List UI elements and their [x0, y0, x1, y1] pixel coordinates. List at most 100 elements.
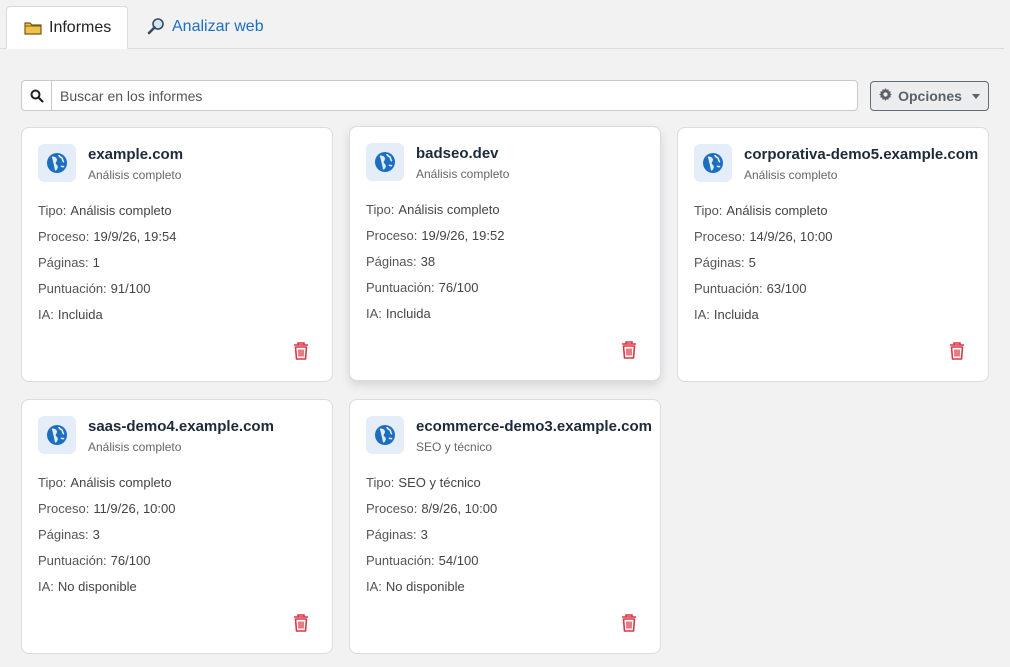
card-title: saas-demo4.example.com: [88, 418, 274, 435]
folder-icon: [23, 18, 43, 38]
trash-icon[interactable]: [620, 340, 638, 360]
meta-label: Páginas:: [694, 255, 745, 270]
meta-row-paginas: Páginas: 1: [38, 254, 176, 280]
options-button[interactable]: Opciones: [870, 81, 989, 111]
globe-icon: [366, 143, 404, 181]
meta-value: SEO y técnico: [398, 475, 481, 490]
meta-value: 91/100: [110, 281, 151, 296]
meta-row-paginas: Páginas: 5: [694, 254, 832, 280]
chevron-down-icon: [971, 93, 980, 99]
meta-label: Páginas:: [366, 254, 417, 269]
meta-label: Puntuación:: [38, 281, 107, 296]
meta-label: IA:: [694, 307, 710, 322]
meta-value: 19/9/26, 19:54: [93, 229, 177, 244]
meta-label: IA:: [38, 579, 54, 594]
tab-informes[interactable]: Informes: [6, 6, 128, 49]
report-card[interactable]: badseo.dev Análisis completo Tipo: Análisis…: [349, 126, 661, 381]
meta-row-paginas: Páginas: 38: [366, 253, 504, 279]
meta-value: 1: [92, 255, 100, 270]
card-subtitle: SEO y técnico: [416, 440, 493, 454]
meta-label: Proceso:: [38, 229, 90, 244]
meta-row-proceso: Proceso: 19/9/26, 19:54: [38, 228, 176, 254]
meta-row-tipo: Tipo: Análisis completo: [694, 202, 832, 228]
meta-row-tipo: Tipo: Análisis completo: [38, 474, 175, 500]
card-subtitle: Análisis completo: [88, 168, 182, 182]
meta-row-tipo: Tipo: SEO y técnico: [366, 474, 497, 500]
meta-value: 38: [420, 254, 436, 269]
meta-label: Proceso:: [694, 229, 746, 244]
meta-row-proceso: Proceso: 8/9/26, 10:00: [366, 500, 497, 526]
trash-icon[interactable]: [620, 613, 638, 633]
meta-value: 76/100: [110, 553, 151, 568]
meta-label: Tipo:: [38, 475, 67, 490]
meta-value: No disponible: [385, 579, 465, 594]
globe-icon: [38, 416, 76, 454]
card-subtitle: Análisis completo: [416, 167, 510, 181]
meta-label: Tipo:: [38, 203, 67, 218]
meta-row-tipo: Tipo: Análisis completo: [38, 202, 176, 228]
card-header: example.com Análisis completo: [38, 144, 183, 182]
meta-row-ia: IA: No disponible: [38, 578, 175, 604]
report-card[interactable]: saas-demo4.example.com Análisis completo T…: [21, 399, 333, 654]
tab-label: Analizar web: [172, 17, 264, 35]
card-header: badseo.dev Análisis completo: [366, 143, 509, 181]
globe-icon: [366, 416, 404, 454]
meta-label: Puntuación:: [694, 281, 763, 296]
card-meta: Tipo: Análisis completo Proceso: 11/9/26, 1…: [38, 474, 175, 604]
trash-icon[interactable]: [292, 341, 310, 361]
meta-row-paginas: Páginas: 3: [366, 526, 497, 552]
report-card[interactable]: corporativa-demo5.example.com Análisis co…: [677, 127, 989, 382]
trash-icon[interactable]: [292, 613, 310, 633]
meta-label: Puntuación:: [38, 553, 107, 568]
meta-label: Tipo:: [694, 203, 723, 218]
card-title: ecommerce-demo3.example.com: [416, 418, 652, 435]
meta-value: 54/100: [438, 553, 479, 568]
meta-label: Tipo:: [366, 202, 395, 217]
meta-value: 19/9/26, 19:52: [421, 228, 505, 243]
meta-value: 63/100: [766, 281, 807, 296]
card-subtitle: Análisis completo: [744, 168, 838, 182]
meta-value: No disponible: [57, 579, 137, 594]
card-header: corporativa-demo5.example.com Análisis co…: [694, 144, 978, 182]
meta-value: Análisis completo: [70, 203, 172, 218]
card-header: ecommerce-demo3.example.com SEO y técnico: [366, 416, 652, 454]
card-title: badseo.dev: [416, 145, 499, 162]
card-title: corporativa-demo5.example.com: [744, 146, 979, 163]
meta-row-puntuacion: Puntuación: 63/100: [694, 280, 832, 306]
search-input[interactable]: [51, 80, 858, 111]
meta-value: 11/9/26, 10:00: [93, 501, 176, 516]
card-meta: Tipo: Análisis completo Proceso: 14/9/26, 1…: [694, 202, 832, 332]
meta-label: IA:: [366, 579, 382, 594]
tab-analizar-web[interactable]: Analizar web: [130, 6, 280, 47]
meta-label: Páginas:: [38, 255, 89, 270]
magnifier-icon: [146, 17, 166, 37]
globe-icon: [38, 144, 76, 182]
card-meta: Tipo: SEO y técnico Proceso: 8/9/26, 10:00 P…: [366, 474, 497, 604]
search-group: [21, 80, 858, 111]
meta-value: 5: [748, 255, 756, 270]
meta-row-paginas: Páginas: 3: [38, 526, 175, 552]
meta-row-ia: IA: Incluida: [38, 306, 176, 332]
meta-value: Incluida: [57, 307, 103, 322]
trash-icon[interactable]: [948, 341, 966, 361]
card-subtitle: Análisis completo: [88, 440, 182, 454]
meta-row-proceso: Proceso: 14/9/26, 10:00: [694, 228, 832, 254]
globe-icon: [694, 144, 732, 182]
card-title: example.com: [88, 146, 184, 163]
meta-row-ia: IA: No disponible: [366, 578, 497, 604]
meta-row-puntuacion: Puntuación: 76/100: [366, 279, 504, 305]
meta-row-ia: IA: Incluida: [694, 306, 832, 332]
report-card[interactable]: ecommerce-demo3.example.com SEO y técnico…: [349, 399, 661, 654]
meta-label: Puntuación:: [366, 280, 435, 295]
meta-row-puntuacion: Puntuación: 76/100: [38, 552, 175, 578]
meta-row-ia: IA: Incluida: [366, 305, 504, 331]
meta-value: Análisis completo: [70, 475, 172, 490]
meta-row-puntuacion: Puntuación: 91/100: [38, 280, 176, 306]
report-card[interactable]: example.com Análisis completo Tipo: Análisi…: [21, 127, 333, 382]
meta-label: IA:: [366, 306, 382, 321]
meta-row-puntuacion: Puntuación: 54/100: [366, 552, 497, 578]
card-meta: Tipo: Análisis completo Proceso: 19/9/26, 1…: [366, 201, 504, 331]
meta-value: Incluida: [385, 306, 431, 321]
meta-value: Incluida: [713, 307, 759, 322]
meta-label: Proceso:: [38, 501, 90, 516]
